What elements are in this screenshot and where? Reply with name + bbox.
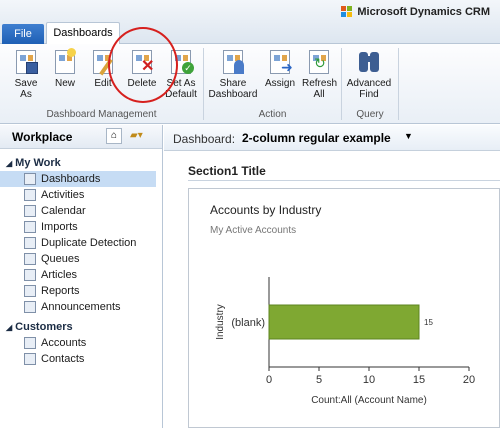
advanced-find-button[interactable]: Advanced Find	[344, 48, 394, 100]
activities-icon	[24, 189, 36, 201]
workplace-header: Workplace ⌂ ▰▾	[0, 125, 162, 149]
tab-file[interactable]: File	[2, 24, 44, 44]
new-icon	[52, 48, 78, 76]
share-dashboard-button[interactable]: Share Dashboard	[206, 48, 260, 100]
tab-dashboards[interactable]: Dashboards	[46, 22, 120, 45]
save-as-icon	[13, 48, 39, 76]
reports-icon	[24, 285, 36, 297]
section-title: Section1 Title	[188, 164, 266, 178]
sidebar-item-accounts[interactable]: Accounts	[0, 335, 162, 351]
dashboard-icon	[24, 173, 36, 185]
share-icon	[220, 48, 246, 76]
accounts-icon	[24, 337, 36, 349]
main-content: Dashboard: 2-column regular example ▼ Se…	[164, 125, 500, 428]
binoculars-icon	[356, 48, 382, 76]
sidebar-item-dashboards[interactable]: Dashboards	[0, 171, 156, 187]
new-button[interactable]: New	[48, 48, 82, 89]
highlight-annotation-circle	[108, 27, 178, 103]
x-tick-label: 20	[463, 374, 475, 386]
accounts-by-industry-chart[interactable]: 0 5 10 15 20 (blank) 15 Count:All (Account Name…	[189, 189, 500, 428]
share-label: Share Dashboard	[208, 78, 258, 100]
sidebar-item-label: Dashboards	[41, 173, 101, 185]
group-label-dashboard-management: Dashboard Management	[46, 109, 157, 120]
sidebar-item-label: Announcements	[41, 301, 121, 313]
folder-dropdown-icon[interactable]: ▰▾	[130, 129, 152, 144]
sidebar-item-label: Activities	[41, 189, 85, 201]
sidebar-item-activities[interactable]: Activities	[0, 187, 162, 203]
save-as-button[interactable]: Save As	[6, 48, 46, 100]
announcements-icon	[24, 301, 36, 313]
sidebar-item-imports[interactable]: Imports	[0, 219, 162, 235]
group-label-query: Query	[356, 109, 384, 120]
group-separator	[398, 48, 399, 120]
chart-card: Accounts by Industry My Active Accounts …	[188, 188, 500, 428]
x-tick-label: 15	[413, 374, 425, 386]
sidebar-item-label: Imports	[41, 221, 78, 233]
data-label: 15	[424, 318, 433, 327]
refresh-all-button[interactable]: ↻ Refresh All	[300, 48, 338, 100]
brand-name: Microsoft Dynamics CRM	[357, 6, 490, 18]
section-divider	[188, 180, 500, 181]
sidebar-item-label: Accounts	[41, 337, 87, 349]
refresh-label: Refresh All	[302, 78, 338, 100]
queues-icon	[24, 253, 36, 265]
calendar-icon	[24, 205, 36, 217]
save-as-label: Save As	[14, 78, 38, 100]
dashboard-selector-bar: Dashboard: 2-column regular example ▼	[164, 125, 500, 151]
dynamics-logo-icon	[341, 6, 353, 18]
nav-section-customers[interactable]: ◢ Customers	[0, 319, 162, 335]
group-label-action: Action	[258, 109, 287, 120]
sidebar-item-queues[interactable]: Queues	[0, 251, 162, 267]
sidebar-item-reports[interactable]: Reports	[0, 283, 162, 299]
x-axis-title: Count:All (Account Name)	[311, 395, 427, 406]
category-label: (blank)	[231, 317, 265, 329]
top-bar: Microsoft Dynamics CRM File Dashboards	[0, 0, 500, 45]
sidebar-item-label: Reports	[41, 285, 80, 297]
y-axis-title: Industry	[215, 304, 226, 340]
sidebar-item-articles[interactable]: Articles	[0, 267, 162, 283]
sidebar-item-label: Duplicate Detection	[41, 237, 137, 249]
bar	[268, 304, 420, 340]
assign-button[interactable]: ➜ Assign	[262, 48, 298, 89]
refresh-icon: ↻	[306, 48, 332, 76]
brand: Microsoft Dynamics CRM	[341, 6, 490, 18]
sidebar-item-label: Queues	[41, 253, 80, 265]
sidebar-item-duplicate-detection[interactable]: Duplicate Detection	[0, 235, 162, 251]
collapse-triangle-icon: ◢	[6, 323, 13, 332]
imports-icon	[24, 221, 36, 233]
x-tick-label: 5	[316, 374, 322, 386]
nav-section-my-work[interactable]: ◢ My Work	[0, 155, 162, 171]
home-icon[interactable]: ⌂	[106, 128, 122, 144]
left-navigation: Workplace ⌂ ▰▾ ◢ My Work Dashboards Activ…	[0, 125, 163, 428]
articles-icon	[24, 269, 36, 281]
collapse-triangle-icon: ◢	[6, 159, 13, 168]
sidebar-item-contacts[interactable]: Contacts	[0, 351, 162, 367]
workplace-title: Workplace	[12, 130, 73, 144]
sidebar-item-announcements[interactable]: Announcements	[0, 299, 162, 315]
x-tick-label: 0	[266, 374, 272, 386]
duplicate-icon	[24, 237, 36, 249]
x-tick-label: 10	[363, 374, 375, 386]
new-label: New	[54, 78, 75, 89]
chevron-down-icon[interactable]: ▼	[404, 131, 413, 141]
sidebar-item-label: Calendar	[41, 205, 86, 217]
dashboard-selector[interactable]: 2-column regular example	[242, 131, 391, 145]
contacts-icon	[24, 353, 36, 365]
assign-icon: ➜	[267, 48, 293, 76]
advanced-find-label: Advanced Find	[346, 78, 392, 100]
sidebar-item-calendar[interactable]: Calendar	[0, 203, 162, 219]
dashboard-label: Dashboard:	[173, 132, 236, 146]
sidebar-item-label: Articles	[41, 269, 78, 281]
ribbon: Save As New Edit ✕ Delete ✓ Set As Defau…	[0, 44, 500, 124]
assign-label: Assign	[264, 78, 295, 89]
sidebar-item-label: Contacts	[41, 353, 85, 365]
